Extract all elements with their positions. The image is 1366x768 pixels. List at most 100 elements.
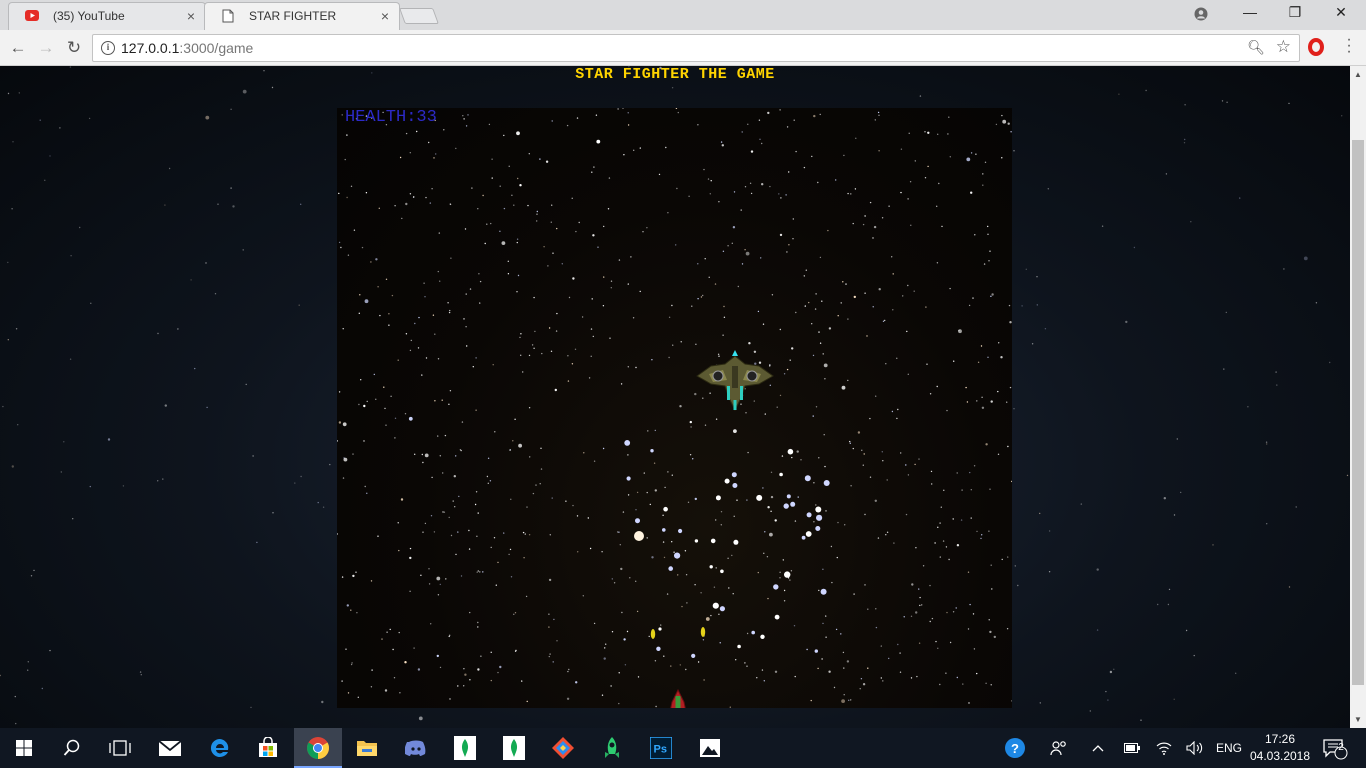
star <box>774 670 778 673</box>
people-tray-icon[interactable] <box>1050 728 1068 768</box>
star <box>610 287 612 289</box>
chrome-app[interactable] <box>294 728 342 768</box>
help-tray-icon[interactable]: ? <box>1004 728 1028 768</box>
star <box>703 679 705 681</box>
star <box>800 459 802 461</box>
back-icon[interactable]: ← <box>6 36 30 60</box>
address-bar[interactable]: i 127.0.0.1:3000/game 🔍︎ ☆ <box>92 34 1300 62</box>
star <box>590 355 592 357</box>
star <box>654 660 657 662</box>
star <box>383 386 385 388</box>
star <box>342 477 345 479</box>
volume-icon[interactable] <box>1186 728 1204 768</box>
star <box>837 521 839 524</box>
star <box>850 699 852 701</box>
photoshop-app[interactable]: Ps <box>637 728 685 768</box>
star <box>835 179 837 181</box>
page-scrollbar[interactable]: ▲ ▼ <box>1350 66 1366 728</box>
tab-star-fighter[interactable]: STAR FIGHTER × <box>204 2 400 30</box>
photos-app[interactable] <box>686 728 734 768</box>
star <box>952 518 954 520</box>
star <box>818 589 820 592</box>
star <box>576 515 579 517</box>
star <box>1107 699 1109 701</box>
clock[interactable]: 17:26 04.03.2018 <box>1240 731 1320 765</box>
profile-icon[interactable] <box>1194 7 1208 21</box>
star <box>662 541 665 543</box>
task-view-button[interactable] <box>96 728 144 768</box>
scroll-up-icon[interactable]: ▲ <box>1350 70 1366 79</box>
mongodb-app-1[interactable] <box>441 728 489 768</box>
new-tab-button[interactable] <box>399 8 439 24</box>
tab-close-icon[interactable]: × <box>187 3 195 29</box>
star <box>783 503 789 509</box>
star <box>428 583 431 585</box>
star <box>1031 343 1034 345</box>
star <box>468 548 471 550</box>
star <box>636 491 639 494</box>
star <box>789 359 791 361</box>
reload-icon[interactable]: ↻ <box>62 36 86 60</box>
restore-button[interactable]: ❐ <box>1285 4 1305 21</box>
edge-app[interactable] <box>196 728 244 768</box>
action-center-button[interactable]: 2 <box>1322 728 1348 768</box>
tab-close-icon[interactable]: × <box>381 3 389 29</box>
menu-icon[interactable]: · · · <box>1345 32 1353 60</box>
star <box>528 407 531 409</box>
discord-app[interactable] <box>392 728 440 768</box>
scroll-down-icon[interactable]: ▼ <box>1350 715 1366 724</box>
star <box>449 698 451 700</box>
info-icon[interactable]: i <box>101 41 115 55</box>
language-indicator[interactable]: ENG <box>1216 728 1242 768</box>
star <box>487 457 490 459</box>
star <box>627 454 629 456</box>
start-button[interactable] <box>0 728 48 768</box>
star <box>763 680 765 682</box>
zoom-icon[interactable]: 🔍︎ <box>1247 39 1265 56</box>
star <box>705 617 710 621</box>
star <box>469 288 472 290</box>
star <box>818 457 820 459</box>
mail-app[interactable] <box>146 728 194 768</box>
star <box>12 141 14 143</box>
star <box>447 302 449 304</box>
star <box>7 92 10 95</box>
mongodb-app-2[interactable] <box>490 728 538 768</box>
gitkraken-app[interactable] <box>539 728 587 768</box>
scroll-thumb[interactable] <box>1352 140 1364 685</box>
star <box>471 187 473 189</box>
battery-icon[interactable] <box>1124 728 1140 768</box>
minimize-button[interactable]: — <box>1240 4 1260 20</box>
star <box>439 280 441 282</box>
starfield <box>337 108 1012 708</box>
search-button[interactable] <box>48 728 96 768</box>
star <box>1013 150 1015 152</box>
star <box>897 408 899 411</box>
star <box>918 642 921 644</box>
rocket-app[interactable] <box>588 728 636 768</box>
opera-extension-icon[interactable] <box>1308 38 1324 56</box>
star <box>875 626 878 629</box>
star <box>995 123 998 126</box>
show-hidden-icons-icon[interactable] <box>1092 728 1104 768</box>
star <box>643 472 645 474</box>
forward-icon[interactable]: → <box>34 36 58 60</box>
star <box>404 413 407 415</box>
game-canvas[interactable]: HEALTH:33 <box>337 108 1012 708</box>
bookmark-star-icon[interactable]: ☆ <box>1276 37 1291 57</box>
star <box>727 557 729 559</box>
star <box>784 571 791 578</box>
star <box>780 197 782 199</box>
star <box>583 452 585 454</box>
star <box>823 480 830 486</box>
tab-youtube[interactable]: (35) YouTube × <box>8 2 206 30</box>
file-explorer-app[interactable] <box>343 728 391 768</box>
close-window-button[interactable]: ✕ <box>1331 4 1351 21</box>
store-app[interactable] <box>244 728 292 768</box>
wifi-icon[interactable] <box>1156 728 1172 768</box>
star <box>465 293 467 295</box>
star <box>844 524 846 526</box>
star <box>613 582 616 584</box>
player-ship[interactable] <box>652 688 704 708</box>
star <box>603 225 605 228</box>
